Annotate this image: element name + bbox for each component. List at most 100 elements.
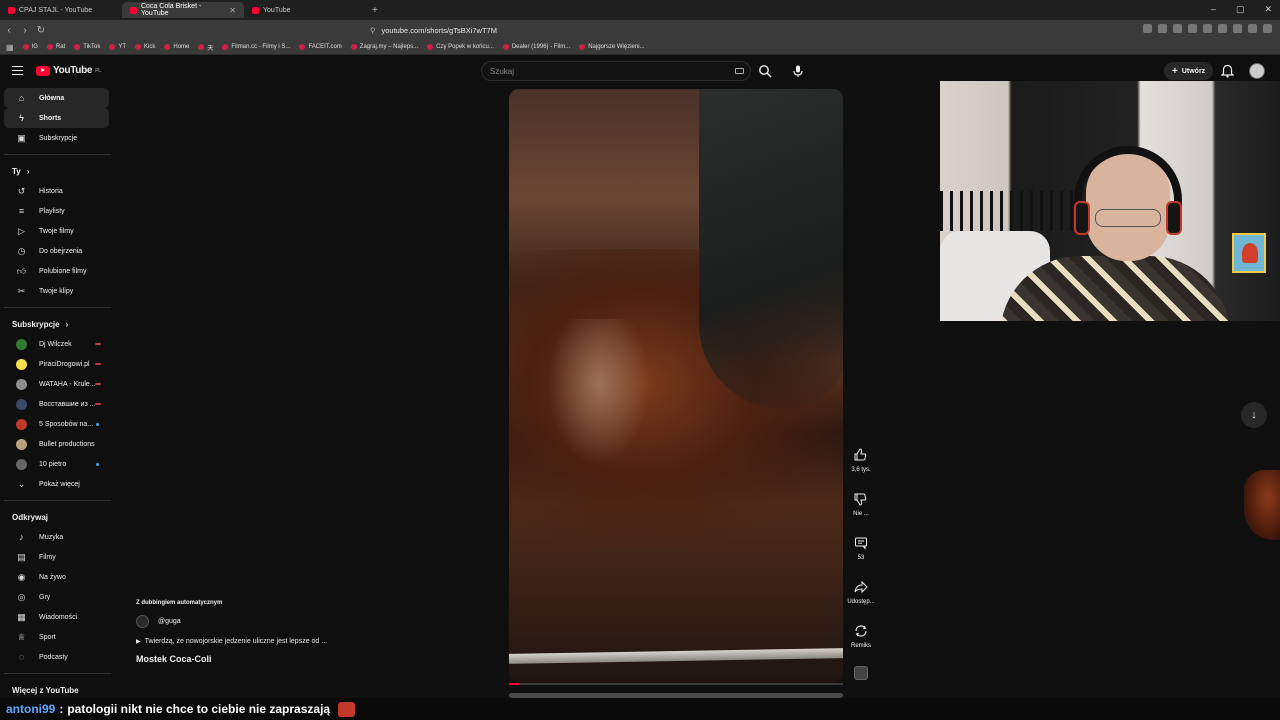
bookmark[interactable]: Najgorsze Więzieni... — [579, 44, 645, 50]
bookmark[interactable]: Zagraj.my – Najleps... — [350, 44, 418, 50]
create-button[interactable]: + Utwórz — [1164, 62, 1214, 80]
sidebar-item-music[interactable]: ♪ Muzyka — [4, 527, 109, 547]
playlist-icon: ≡ — [18, 206, 25, 216]
comment-icon[interactable] — [852, 534, 870, 552]
short-video-player[interactable] — [509, 89, 843, 683]
back-icon[interactable]: ‹ — [2, 25, 16, 36]
section-explore: Odkrywaj — [0, 507, 115, 527]
bookmark[interactable]: Home — [164, 44, 189, 50]
keyboard-icon[interactable] — [735, 68, 744, 74]
apps-grid-icon[interactable]: ▦ — [6, 43, 14, 52]
close-window-button[interactable]: ✕ — [1264, 4, 1272, 15]
bookmark[interactable]: Dealer (1996) - Film... — [502, 44, 570, 50]
sidebar-item-channel[interactable]: WATAHA - Krule... — [4, 374, 109, 394]
channel-avatar[interactable] — [136, 614, 149, 628]
sidebar-item-playlists[interactable]: ≡ Playlisty — [4, 201, 109, 221]
sidebar-item-sport[interactable]: ♕ Sport — [4, 627, 109, 647]
minimize-button[interactable]: – — [1211, 4, 1216, 15]
sidebar-item-games[interactable]: ◎ Gry — [4, 587, 109, 607]
browser-tab-active[interactable]: Coca Cola Brisket - YouTube ✕ — [122, 2, 244, 18]
dislike-icon[interactable] — [852, 490, 870, 508]
short-description[interactable]: ▶ Twierdzą, że nowojorskie jedzenie ulic… — [136, 632, 496, 650]
section-subscriptions[interactable]: Subskrypcje › — [0, 314, 115, 334]
comments-action[interactable]: 53 — [843, 534, 879, 578]
browser-tab[interactable]: YouTube — [244, 2, 366, 18]
extension-icon[interactable] — [1233, 24, 1242, 33]
browser-tab[interactable]: ĆPAJ STAJL - YouTube — [0, 2, 122, 18]
extension-icon[interactable] — [1158, 24, 1167, 33]
forward-icon[interactable]: › — [18, 25, 32, 36]
bookmark[interactable]: Kick — [135, 44, 155, 50]
sidebar-item-channel[interactable]: 5 Sposobów na... — [4, 414, 109, 434]
menu-icon[interactable] — [12, 66, 23, 75]
sidebar-item-clips[interactable]: ✂ Twoje klipy — [4, 281, 109, 301]
sidebar-item-subscriptions[interactable]: ▣ Subskrypcje — [4, 128, 109, 148]
channel-info[interactable]: @guga — [136, 610, 496, 632]
sidebar-item-channel[interactable]: Dj Wilczek — [4, 334, 109, 354]
share-action[interactable]: Udostęp... — [843, 578, 879, 622]
sidebar-item-podcasts[interactable]: ◌ Podcasty — [4, 647, 109, 667]
url-field[interactable]: ⚲ youtube.com/shorts/gTsBXi7wT7M — [370, 22, 910, 38]
bookmark[interactable]: Czy Popek w końcu... — [427, 44, 494, 50]
bookmark[interactable]: IG — [22, 44, 38, 50]
show-more-button[interactable]: ⌄ Pokaż więcej — [4, 474, 109, 494]
section-title: Więcej z YouTube — [12, 685, 79, 695]
bookmark[interactable]: Filman.cc - Filmy i S... — [222, 44, 290, 50]
sidebar-item-channel[interactable]: Bullet productions — [4, 434, 109, 454]
extension-icon[interactable] — [1218, 24, 1227, 33]
bookmark[interactable]: 天 — [198, 43, 213, 52]
new-tab-button[interactable]: + — [366, 5, 384, 16]
like-icon[interactable] — [852, 446, 870, 464]
sidebar-item-your-videos[interactable]: ▷ Twoje filmy — [4, 221, 109, 241]
remix-action[interactable]: Remiks — [843, 622, 879, 666]
extension-icon[interactable] — [1143, 24, 1152, 33]
logo-region: PL — [95, 67, 101, 74]
sidebar-item-live[interactable]: ◉ Na żywo — [4, 567, 109, 587]
bookmark-label: Filman.cc - Filmy i S... — [231, 44, 291, 50]
remix-icon[interactable] — [852, 622, 870, 640]
sidebar-item-liked[interactable]: 👍︎ Polubione filmy — [4, 261, 109, 281]
mic-icon[interactable] — [791, 64, 805, 78]
sidebar-item-films[interactable]: ▤ Filmy — [4, 547, 109, 567]
reload-icon[interactable]: ↻ — [34, 25, 48, 36]
sidebar-item-shorts[interactable]: ϟ Shorts — [4, 108, 109, 128]
channel-handle[interactable]: @guga — [158, 618, 181, 625]
sidebar-item-history[interactable]: ↺ Historia — [4, 181, 109, 201]
sidebar-item-channel[interactable]: Восставшие из ... — [4, 394, 109, 414]
site-info-icon[interactable]: ⚲ — [370, 26, 376, 35]
sidebar-item-watch-later[interactable]: ◷ Do obejrzenia — [4, 241, 109, 261]
bell-icon[interactable] — [1221, 64, 1234, 78]
search-icon[interactable] — [758, 64, 772, 78]
maximize-button[interactable]: ▢ — [1236, 4, 1245, 15]
share-icon[interactable] — [852, 578, 870, 596]
sidebar-item-home[interactable]: ⌂ Główna — [4, 88, 109, 108]
search-input[interactable]: Szukaj — [481, 61, 751, 81]
like-action[interactable]: 3,6 tys. — [843, 446, 879, 490]
extension-icon[interactable] — [1188, 24, 1197, 33]
next-short-button[interactable]: ↓ — [1241, 402, 1267, 428]
bookmark[interactable]: TikTok — [74, 44, 100, 50]
close-tab-icon[interactable]: ✕ — [229, 6, 236, 15]
extension-icon[interactable] — [1248, 24, 1257, 33]
section-title: Subskrypcje — [12, 319, 60, 329]
extension-icon[interactable] — [1203, 24, 1212, 33]
sidebar-item-news[interactable]: ▦ Wiadomości — [4, 607, 109, 627]
bookmark[interactable]: YT — [109, 44, 126, 50]
dislike-action[interactable]: Nie ... — [843, 490, 879, 534]
sidebar-item-label: Sport — [39, 633, 56, 641]
film-icon: ▤ — [17, 551, 26, 562]
divider — [4, 673, 111, 674]
section-you[interactable]: Ty › — [0, 161, 115, 181]
youtube-logo[interactable]: YouTube PL — [36, 65, 101, 76]
short-title[interactable]: Mostek Coca-Coli — [136, 650, 496, 668]
sidebar-item-channel[interactable]: PiraciDrogowi.pl — [4, 354, 109, 374]
menu-dots-icon[interactable] — [1263, 24, 1272, 33]
bookmark[interactable]: Rat — [46, 44, 65, 50]
sound-source-avatar[interactable] — [854, 666, 868, 680]
avatar[interactable] — [1249, 63, 1265, 79]
video-progress-bar[interactable] — [509, 683, 843, 685]
bookmark[interactable]: FACEIT.com — [299, 44, 342, 50]
sidebar-item-channel[interactable]: 10 pietro — [4, 454, 109, 474]
extension-icon[interactable] — [1173, 24, 1182, 33]
chevron-right-icon: › — [26, 166, 30, 176]
